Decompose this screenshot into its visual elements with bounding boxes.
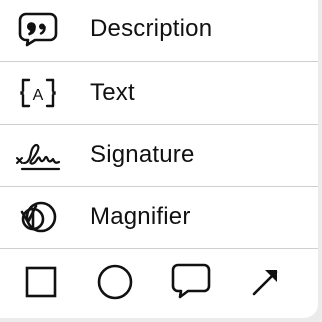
- circle-shape-button[interactable]: [88, 258, 142, 310]
- menu-item-label: Magnifier: [90, 203, 191, 230]
- menu-item-description[interactable]: Description: [0, 0, 318, 58]
- arrow-shape-button[interactable]: [238, 258, 292, 310]
- text-box-icon: A: [14, 73, 62, 113]
- menu-item-magnifier[interactable]: Magnifier: [0, 188, 318, 246]
- speech-bubble-icon: [170, 262, 212, 307]
- menu-item-signature[interactable]: Signature: [0, 126, 318, 184]
- divider: [0, 186, 318, 187]
- arrow-icon: [247, 264, 283, 305]
- divider: [0, 124, 318, 125]
- divider: [0, 61, 318, 62]
- signature-icon: [14, 135, 62, 175]
- magnifier-icon: [14, 197, 62, 237]
- circle-icon: [96, 263, 134, 306]
- svg-text:A: A: [33, 87, 44, 104]
- markup-popover: Description A Text Signature Magnifier: [0, 0, 318, 318]
- speech-bubble-quote-icon: [14, 9, 62, 49]
- menu-item-label: Signature: [90, 141, 195, 168]
- menu-item-label: Text: [90, 79, 135, 106]
- square-shape-button[interactable]: [14, 258, 68, 310]
- speech-bubble-shape-button[interactable]: [164, 258, 218, 310]
- square-icon: [24, 265, 58, 304]
- menu-item-label: Description: [90, 15, 213, 42]
- divider: [0, 248, 318, 249]
- menu-item-text[interactable]: A Text: [0, 64, 318, 122]
